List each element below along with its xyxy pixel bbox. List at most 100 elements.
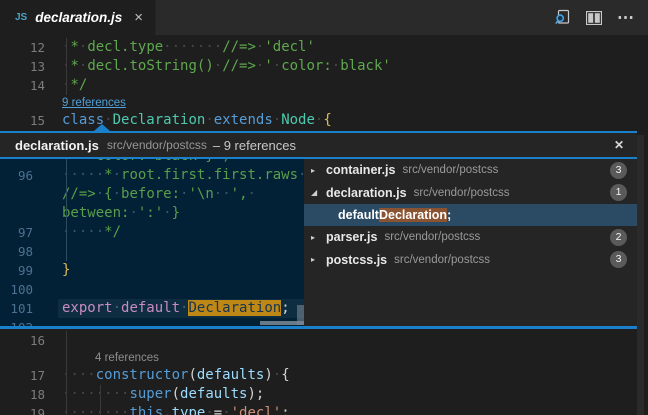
code-token: · xyxy=(222,405,230,415)
code-token: root.first.first.raws xyxy=(121,167,298,183)
file-path: src/vendor/postcss xyxy=(402,164,498,176)
chevron-collapsed-icon[interactable]: ▸ xyxy=(311,233,326,242)
code-text xyxy=(33,318,62,326)
code-line: 14·*/ xyxy=(0,76,648,95)
peek-header: declaration.js src/vendor/postcss – 9 re… xyxy=(0,131,637,159)
editor-top-section: 12·*·decl.type·······//=>·'decl'13·*·dec… xyxy=(0,35,648,131)
editor-vertical-scrollbar[interactable] xyxy=(637,135,644,415)
code-text xyxy=(33,242,62,261)
code-token: */ xyxy=(104,224,121,240)
code-token: color: xyxy=(96,159,147,164)
code-token: · xyxy=(113,186,121,202)
file-name: postcss.js xyxy=(326,253,387,267)
code-token: super xyxy=(129,386,171,402)
code-text: ·····*·root.first.first.raws· xyxy=(33,166,304,185)
split-editor-icon[interactable] xyxy=(586,11,602,25)
code-token: ; xyxy=(281,405,289,415)
code-token: · xyxy=(96,186,104,202)
code-token: · xyxy=(129,205,137,221)
code-token: ( xyxy=(188,367,196,383)
code-token: } xyxy=(172,205,180,221)
code-text: ····constructor(defaults)·{ xyxy=(45,366,290,385)
more-actions-icon[interactable]: ⋯ xyxy=(617,13,635,23)
code-line: 12·*·decl.type·······//=>·'decl' xyxy=(0,38,648,57)
code-token: ) xyxy=(247,386,255,402)
code-token: decl.toString() xyxy=(87,58,213,74)
reference-file-row-declaration-js[interactable]: ◢declaration.jssrc/vendor/postcss1 xyxy=(304,181,637,203)
line-number: 16 xyxy=(0,331,45,350)
code-line: 19········this.type·=·'decl'; xyxy=(0,404,648,415)
reference-file-row-container-js[interactable]: ▸container.jssrc/vendor/postcss3 xyxy=(304,159,637,181)
code-text xyxy=(45,331,62,350)
tab-declaration-js[interactable]: JS declaration.js × xyxy=(0,0,156,35)
code-text: ········super(defaults); xyxy=(45,385,264,404)
code-token: ) xyxy=(264,367,272,383)
code-text: ····color:·black·}') xyxy=(33,159,231,166)
code-line: 99} xyxy=(0,261,304,280)
code-token: · xyxy=(205,405,213,415)
line-number: 97 xyxy=(0,223,33,242)
code-text: ·····*/ xyxy=(33,223,121,242)
code-token: · xyxy=(163,205,171,221)
code-line: 101export·default·Declaration; xyxy=(0,299,304,318)
code-token: Declaration xyxy=(113,112,206,128)
code-line: 96·····*·root.first.first.raws· xyxy=(0,166,304,185)
reference-file-row-parser-js[interactable]: ▸parser.jssrc/vendor/postcss2 xyxy=(304,226,637,248)
code-line: ····color:·black·}') xyxy=(0,159,304,166)
peek-horizontal-scrollbar[interactable] xyxy=(260,321,304,325)
code-token: before: xyxy=(121,186,180,202)
reference-file-row-postcss-js[interactable]: ▸postcss.jssrc/vendor/postcss3 xyxy=(304,249,637,271)
code-line: 16 xyxy=(0,331,648,350)
chevron-collapsed-icon[interactable]: ▸ xyxy=(311,255,326,264)
indent-guide xyxy=(66,159,67,261)
line-number: 101 xyxy=(0,299,33,318)
code-token: black xyxy=(155,159,197,164)
code-line: 17····constructor(defaults)·{ xyxy=(0,366,648,385)
code-token: * xyxy=(70,39,78,55)
code-line: 13·*·decl.toString()·//=>·'·color:·black… xyxy=(0,57,648,76)
code-token: defaults xyxy=(197,367,264,383)
code-token: · xyxy=(214,58,222,74)
code-token: ', xyxy=(231,186,248,202)
code-token: · xyxy=(113,167,121,183)
line-number: 18 xyxy=(0,385,45,404)
code-token: · xyxy=(273,367,281,383)
code-token: defaults xyxy=(180,386,247,402)
code-text xyxy=(33,280,62,299)
code-token: · xyxy=(273,112,281,128)
code-token: ···· xyxy=(62,159,96,164)
find-in-file-icon[interactable] xyxy=(554,9,571,26)
javascript-file-icon: JS xyxy=(15,12,27,23)
file-name: container.js xyxy=(326,163,395,177)
line-number: 12 xyxy=(0,38,45,57)
code-token: * xyxy=(70,58,78,74)
reference-text: default xyxy=(338,208,379,222)
peek-anchor-arrow-icon xyxy=(94,124,110,131)
code-line: between:·':'·} xyxy=(0,204,304,223)
code-text: ·*·decl.toString()·//=>·'·color:·black' xyxy=(45,57,391,76)
line-number: 99 xyxy=(0,261,33,280)
tab-close-icon[interactable]: × xyxy=(134,10,143,25)
reference-result-row[interactable]: default Declaration; xyxy=(304,204,637,226)
line-number xyxy=(0,185,33,204)
code-token: } xyxy=(62,262,70,278)
code-token: · xyxy=(113,300,121,316)
code-text: between:·':'·} xyxy=(33,204,180,223)
peek-close-icon[interactable]: ✕ xyxy=(609,138,629,152)
code-token: ······· xyxy=(163,39,222,55)
file-name: parser.js xyxy=(326,230,377,244)
code-token: extends xyxy=(214,112,273,128)
file-path: src/vendor/postcss xyxy=(384,231,480,243)
code-token: */ xyxy=(70,77,87,93)
code-token: ·· xyxy=(214,186,231,202)
tab-bar: JS declaration.js × ⋯ xyxy=(0,0,648,35)
chevron-collapsed-icon[interactable]: ▸ xyxy=(311,166,326,175)
code-token: //=> xyxy=(222,58,256,74)
indent-guide xyxy=(100,385,101,415)
codelens-link[interactable]: 9 references xyxy=(0,95,648,111)
code-token: ····· xyxy=(62,224,104,240)
code-token: { xyxy=(104,186,112,202)
chevron-expanded-icon[interactable]: ◢ xyxy=(311,188,326,197)
indent-guide xyxy=(66,331,67,415)
code-token: this xyxy=(129,405,163,415)
